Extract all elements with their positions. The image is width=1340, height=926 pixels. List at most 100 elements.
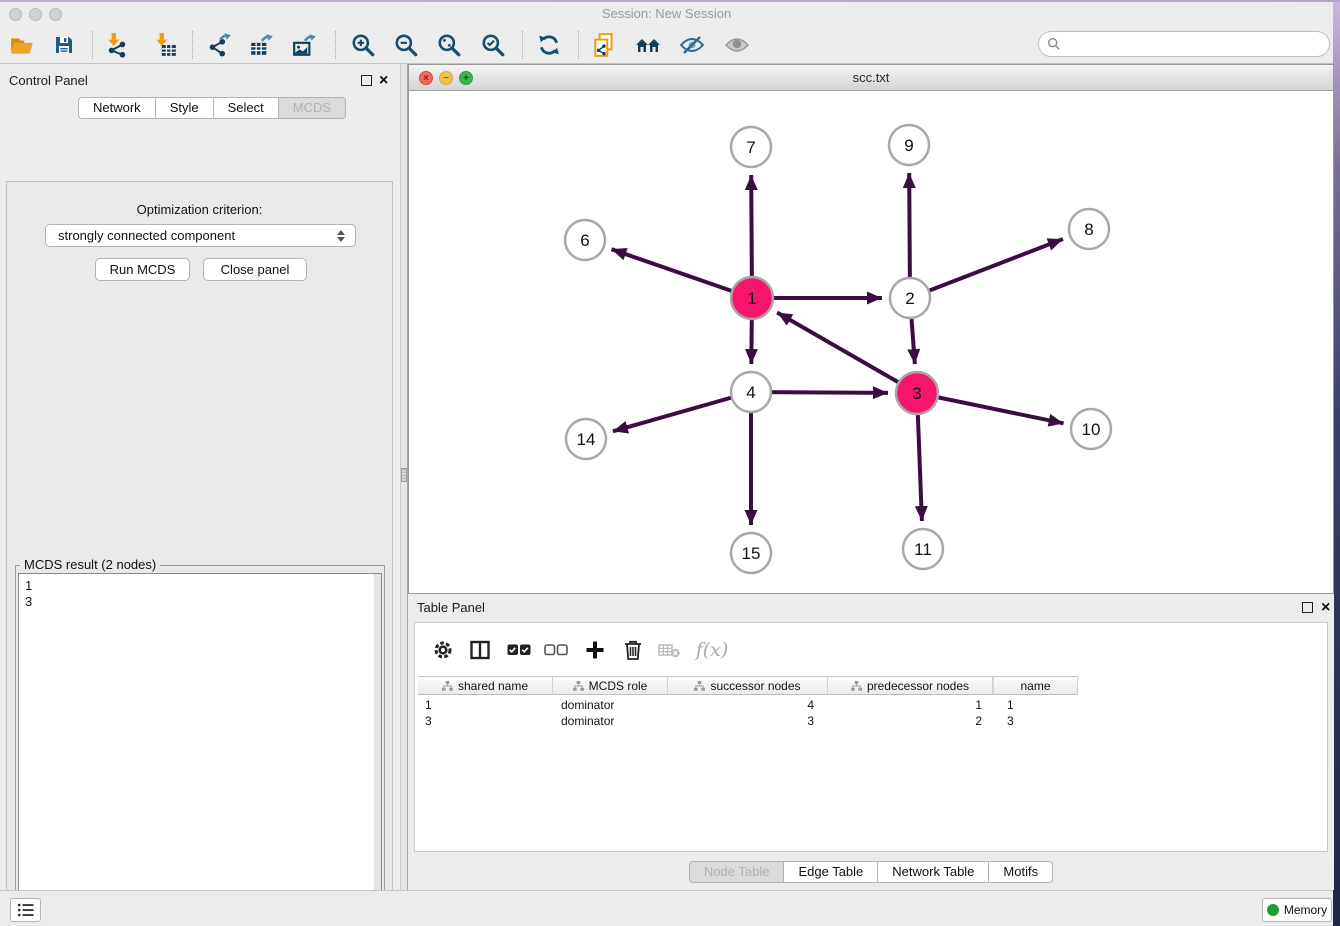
node-table-container: f(x) shared name MCDS role successor nod… — [414, 622, 1328, 852]
tab-edge-table[interactable]: Edge Table — [783, 861, 878, 883]
import-table-button[interactable] — [148, 29, 182, 61]
graph-edge-4-14[interactable] — [613, 392, 751, 431]
zoom-selected-button[interactable] — [476, 29, 510, 61]
fx-icon: f(x) — [696, 639, 729, 661]
houses-icon — [634, 32, 662, 58]
cell-name: 1 — [993, 697, 1078, 713]
splitter-grip-icon[interactable] — [401, 468, 407, 482]
main-toolbar — [0, 26, 1333, 64]
plus-icon — [585, 640, 605, 660]
toolbar-separator — [578, 31, 579, 59]
run-mcds-button[interactable]: Run MCDS — [95, 258, 190, 281]
show-column-panel-button[interactable] — [465, 637, 495, 663]
control-panel: Control Panel × Network Style Select MCD… — [0, 64, 400, 890]
network-view-window: × − + scc.txt 7968124314101511 — [408, 64, 1334, 594]
table-row[interactable]: 3 dominator 3 2 3 — [418, 713, 1078, 729]
column-type-icon — [442, 681, 453, 691]
app-titlebar: Session: New Session — [0, 2, 1333, 26]
mcds-result-list[interactable]: 1 3 — [18, 573, 382, 926]
import-table-icon — [152, 32, 178, 58]
add-column-button[interactable] — [580, 637, 610, 663]
tab-style[interactable]: Style — [155, 97, 214, 119]
toolbar-separator — [522, 31, 523, 59]
export-table-button[interactable] — [245, 29, 279, 61]
tab-mcds[interactable]: MCDS — [278, 97, 346, 119]
task-history-button[interactable] — [10, 898, 41, 922]
search-input[interactable] — [1066, 37, 1329, 52]
column-header-shared-name[interactable]: shared name — [418, 676, 553, 695]
tab-select[interactable]: Select — [213, 97, 279, 119]
zoom-out-button[interactable] — [389, 29, 423, 61]
delete-table-button[interactable] — [654, 637, 684, 663]
graph-edge-3-10[interactable] — [917, 393, 1064, 423]
graph-node-label: 3 — [912, 384, 921, 403]
network-window-titlebar[interactable]: × − + scc.txt — [409, 65, 1333, 91]
export-network-icon — [206, 32, 232, 58]
panel-splitter[interactable] — [400, 64, 408, 890]
network-minimize-button[interactable]: − — [439, 71, 453, 85]
cell-predecessor-nodes: 1 — [828, 697, 993, 713]
save-floppy-icon — [52, 33, 76, 57]
column-header-successor-nodes[interactable]: successor nodes — [668, 676, 828, 695]
new-network-from-selection-button[interactable] — [587, 29, 621, 61]
graph-edge-1-6[interactable] — [611, 249, 752, 298]
export-image-button[interactable] — [288, 29, 322, 61]
column-type-icon — [694, 681, 705, 691]
search-field[interactable] — [1038, 31, 1330, 57]
export-network-button[interactable] — [202, 29, 236, 61]
network-close-button[interactable]: × — [419, 71, 433, 85]
column-header-name[interactable]: name — [993, 676, 1078, 695]
network-maximize-button[interactable]: + — [459, 71, 473, 85]
table-panel-close-button[interactable]: × — [1321, 602, 1330, 613]
criterion-dropdown[interactable]: strongly connected component — [45, 224, 356, 247]
column-header-mcds-role[interactable]: MCDS role — [553, 676, 668, 695]
dropdown-arrows-icon — [337, 230, 345, 242]
zoom-in-button[interactable] — [346, 29, 380, 61]
tab-motifs[interactable]: Motifs — [988, 861, 1053, 883]
save-session-button[interactable] — [47, 29, 81, 61]
zoom-fit-button[interactable] — [432, 29, 466, 61]
cell-shared-name: 3 — [418, 713, 553, 729]
zoom-selected-icon — [480, 32, 506, 58]
minimize-window-button[interactable] — [29, 8, 42, 21]
memory-button[interactable]: Memory — [1262, 898, 1332, 922]
refresh-button[interactable] — [532, 29, 566, 61]
control-panel-tabs: Network Style Select MCDS — [78, 97, 346, 119]
result-scrollbar[interactable] — [374, 574, 381, 926]
table-panel-float-button[interactable] — [1302, 602, 1313, 613]
deselect-all-button[interactable] — [541, 637, 571, 663]
tab-network-table[interactable]: Network Table — [877, 861, 989, 883]
table-panel: Table Panel × f(x) shared — [408, 594, 1334, 890]
graph-node-label: 4 — [746, 383, 755, 402]
houses-button[interactable] — [631, 29, 665, 61]
table-row[interactable]: 1 dominator 4 1 1 — [418, 697, 1078, 713]
network-canvas-svg[interactable]: 7968124314101511 — [409, 91, 1333, 593]
control-panel-float-button[interactable] — [361, 75, 372, 86]
open-file-button[interactable] — [5, 29, 39, 61]
column-header-predecessor-nodes[interactable]: predecessor nodes — [828, 676, 993, 695]
column-type-icon — [851, 681, 862, 691]
zoom-fit-icon — [436, 32, 462, 58]
tab-network[interactable]: Network — [78, 97, 156, 119]
select-all-button[interactable] — [504, 637, 534, 663]
hide-selection-button[interactable] — [675, 29, 709, 61]
toolbar-separator — [192, 31, 193, 59]
tab-node-table[interactable]: Node Table — [689, 861, 785, 883]
close-window-button[interactable] — [9, 8, 22, 21]
zoom-in-icon — [350, 32, 376, 58]
list-icon — [17, 902, 35, 918]
table-settings-button[interactable] — [428, 637, 458, 663]
graph-node-label: 9 — [904, 136, 913, 155]
import-network-button[interactable] — [100, 29, 134, 61]
copy-network-icon — [591, 32, 617, 58]
eye-slash-icon — [678, 32, 706, 58]
control-panel-close-button[interactable]: × — [379, 75, 388, 86]
app-title: Session: New Session — [0, 2, 1333, 26]
zoom-window-button[interactable] — [49, 8, 62, 21]
graph-edge-2-8[interactable] — [910, 239, 1063, 298]
show-all-button[interactable] — [720, 29, 754, 61]
graph-edge-3-1[interactable] — [777, 312, 917, 393]
close-panel-button[interactable]: Close panel — [203, 258, 307, 281]
function-builder-button[interactable]: f(x) — [692, 637, 732, 663]
delete-column-button[interactable] — [618, 637, 648, 663]
